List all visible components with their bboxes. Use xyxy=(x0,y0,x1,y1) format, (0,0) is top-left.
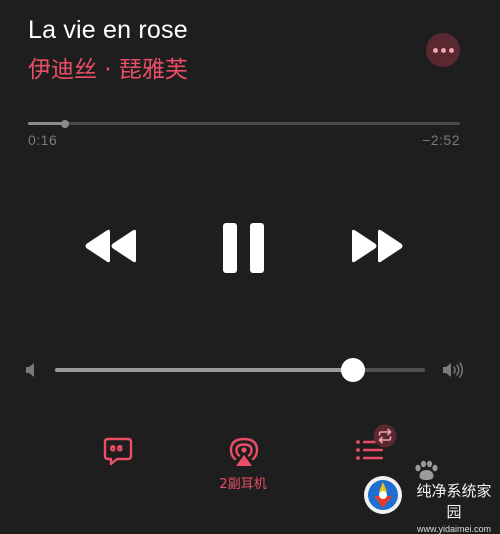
track-title: La vie en rose xyxy=(28,16,188,44)
fast-forward-button[interactable] xyxy=(350,229,404,263)
playback-scrubber[interactable] xyxy=(28,119,460,128)
scrubber-fill xyxy=(28,122,65,125)
paw-icon xyxy=(415,460,438,480)
watermark-url: www.yidaimei.com xyxy=(416,524,492,534)
rewind-button[interactable] xyxy=(84,229,138,263)
speaker-high-icon xyxy=(443,362,463,378)
scrubber-handle[interactable] xyxy=(60,119,69,128)
volume-slider[interactable] xyxy=(55,358,425,382)
rewind-icon xyxy=(85,229,136,263)
airplay-button[interactable] xyxy=(229,436,259,468)
lyrics-bubble-icon xyxy=(103,437,133,466)
watermark-title: 纯净系统家园 xyxy=(416,482,492,521)
volume-fill xyxy=(55,368,353,372)
watermark-text: 纯净系统家园 www.yidaimei.com xyxy=(410,480,498,534)
airplay-device-label[interactable]: 2副耳机 xyxy=(204,473,282,492)
fast-forward-icon xyxy=(352,229,403,263)
elapsed-time: 0:16 xyxy=(28,132,58,148)
pause-icon xyxy=(223,223,264,273)
up-next-button[interactable] xyxy=(354,424,400,464)
more-options-button[interactable] xyxy=(426,33,460,67)
airplay-icon xyxy=(229,437,259,466)
track-artist[interactable]: 伊迪丝 · 琵雅芙 xyxy=(28,50,188,84)
watermark-logo xyxy=(364,476,402,514)
ellipsis-icon xyxy=(432,47,438,53)
pause-button[interactable] xyxy=(222,222,266,274)
lyrics-button[interactable] xyxy=(103,437,133,467)
remaining-time: −2:52 xyxy=(422,132,460,148)
repeat-icon xyxy=(373,424,397,448)
speaker-low-icon xyxy=(26,363,34,377)
volume-handle[interactable] xyxy=(340,358,365,382)
